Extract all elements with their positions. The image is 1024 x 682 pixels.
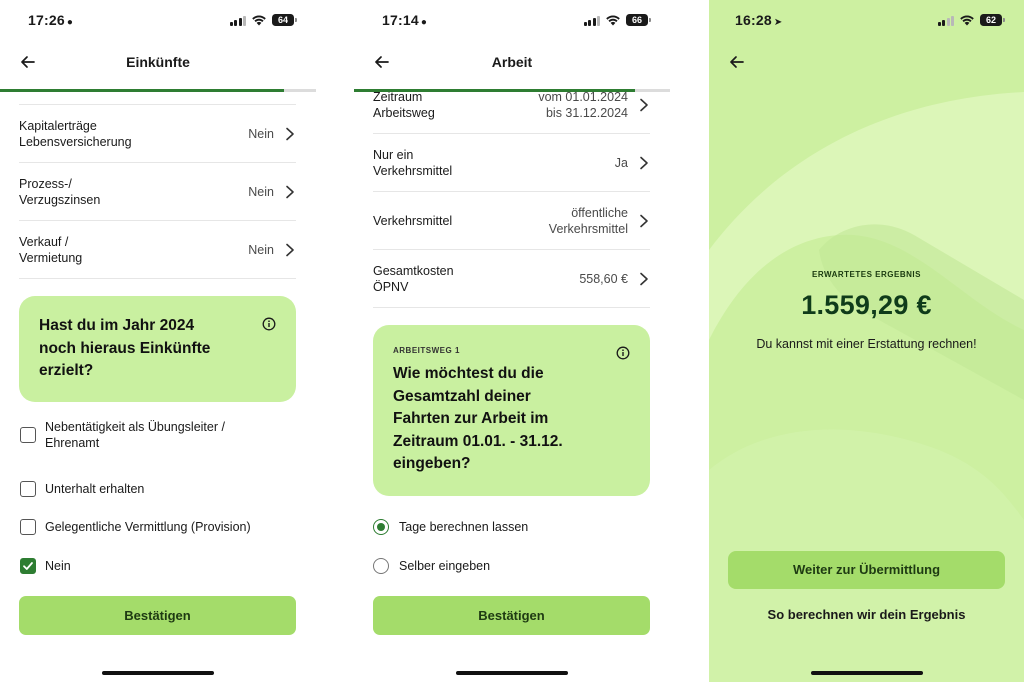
question-text: Hast du im Jahr 2024 noch hieraus Einkün… bbox=[39, 317, 211, 379]
row-label: Verkehrsmittel bbox=[373, 213, 453, 228]
chevron-right-icon bbox=[286, 127, 294, 140]
radio-selected[interactable] bbox=[373, 519, 389, 535]
work-screen: 17:14 ● 66 Arbeit Zeitraum Arbeitsweg vom… bbox=[354, 0, 670, 682]
wifi-icon bbox=[606, 15, 620, 26]
row-value: Ja bbox=[614, 155, 628, 170]
list-row-single-transport[interactable]: Nur ein Verkehrsmittel Ja bbox=[373, 134, 650, 192]
checkmark-icon bbox=[23, 562, 33, 570]
confirm-button[interactable]: Bestätigen bbox=[373, 596, 650, 635]
info-icon[interactable] bbox=[616, 346, 630, 360]
cellular-signal-icon bbox=[583, 15, 600, 26]
radio-option-enter-manually[interactable]: Selber eingeben bbox=[373, 551, 650, 581]
row-value: vom 01.01.2024 bis 31.12.2024 bbox=[538, 89, 628, 120]
result-amount: 1.559,29 € bbox=[801, 290, 932, 320]
list-row-capital-gains[interactable]: Kapitalerträge Lebensversicherung Nein bbox=[19, 105, 296, 163]
cellular-signal-icon bbox=[937, 15, 954, 26]
back-arrow-icon[interactable] bbox=[727, 52, 747, 72]
row-label: Gesamtkosten ÖPNV bbox=[373, 263, 454, 294]
checkbox-option-alimony[interactable]: Unterhalt erhalten bbox=[19, 474, 296, 504]
list-row-transport[interactable]: Verkehrsmittel öffentliche Verkehrsmitte… bbox=[373, 192, 650, 250]
progress-fill bbox=[354, 89, 636, 92]
cellular-signal-icon bbox=[229, 15, 246, 26]
page-title: Arbeit bbox=[491, 54, 533, 70]
chevron-right-icon bbox=[286, 243, 294, 256]
list-row-interest[interactable]: Prozess-/ Verzugszinsen Nein bbox=[19, 163, 296, 221]
continue-to-submission-button[interactable]: Weiter zur Übermittlung bbox=[728, 551, 1005, 589]
list-row-total-costs[interactable]: Gesamtkosten ÖPNV 558,60 € bbox=[373, 250, 650, 308]
status-time: 16:28 bbox=[735, 12, 772, 28]
income-screen: 17:26 ● 64 Einkünfte Kapitalerträge Leben… bbox=[0, 0, 316, 682]
option-label: Nein bbox=[45, 559, 71, 573]
option-label: Unterhalt erhalten bbox=[45, 482, 145, 496]
question-text: Wie möchtest du die Gesamtzahl deiner Fa… bbox=[393, 365, 563, 472]
option-label: Gelegentliche Vermittlung (Provision) bbox=[45, 520, 251, 534]
row-label: Nur ein Verkehrsmittel bbox=[373, 147, 453, 178]
checkbox-option-commission[interactable]: Gelegentliche Vermittlung (Provision) bbox=[19, 512, 296, 542]
chevron-right-icon bbox=[640, 214, 648, 227]
home-indicator[interactable] bbox=[456, 671, 568, 675]
battery-icon: 64 bbox=[272, 14, 297, 26]
info-icon[interactable] bbox=[262, 317, 276, 331]
row-label: Prozess-/ Verzugszinsen bbox=[19, 176, 101, 207]
option-label: Nebentätigkeit als Übungsleiter / Ehrena… bbox=[45, 420, 225, 450]
nav-header: Einkünfte bbox=[0, 50, 316, 76]
result-subtitle: Du kannst mit einer Erstattung rechnen! bbox=[756, 337, 977, 351]
checkbox[interactable] bbox=[20, 427, 36, 443]
chevron-right-icon bbox=[640, 98, 648, 111]
result-kicker: ERWARTETES ERGEBNIS bbox=[812, 270, 921, 279]
status-time: 17:14 bbox=[382, 12, 419, 28]
checkbox-option-volunteer[interactable]: Nebentätigkeit als Übungsleiter / Ehrena… bbox=[19, 419, 296, 451]
list-row-sale-rental[interactable]: Verkauf / Vermietung Nein bbox=[19, 221, 296, 279]
row-value: Nein bbox=[248, 184, 274, 199]
battery-icon: 66 bbox=[626, 14, 651, 26]
home-indicator[interactable] bbox=[810, 671, 923, 675]
progress-bar bbox=[354, 89, 670, 92]
chevron-right-icon bbox=[640, 272, 648, 285]
row-label: Kapitalerträge Lebensversicherung bbox=[19, 118, 132, 149]
question-card: Hast du im Jahr 2024 noch hieraus Einkün… bbox=[19, 296, 296, 402]
location-arrow-icon: ➤ bbox=[773, 17, 783, 28]
option-label: Selber eingeben bbox=[399, 559, 491, 573]
home-indicator[interactable] bbox=[102, 671, 214, 675]
row-value: 558,60 € bbox=[579, 271, 628, 286]
card-kicker: ARBEITSWEG 1 bbox=[393, 346, 460, 355]
page-title: Einkünfte bbox=[126, 54, 190, 70]
row-value: Nein bbox=[248, 126, 274, 141]
radio[interactable] bbox=[373, 558, 389, 574]
row-value: Nein bbox=[248, 242, 274, 257]
battery-icon: 62 bbox=[980, 14, 1005, 26]
nav-header: Arbeit bbox=[354, 50, 670, 76]
status-bar: 17:26 ● 64 bbox=[0, 12, 316, 30]
status-time: 17:26 bbox=[28, 12, 65, 28]
row-label: Zeitraum Arbeitsweg bbox=[373, 89, 435, 120]
checkbox[interactable] bbox=[20, 481, 36, 497]
checkbox-option-no[interactable]: Nein bbox=[19, 551, 296, 581]
question-card: ARBEITSWEG 1 Wie möchtest du die Gesamtz… bbox=[373, 325, 650, 496]
calculation-info-link[interactable]: So berechnen wir dein Ergebnis bbox=[709, 607, 1024, 622]
chevron-right-icon bbox=[640, 156, 648, 169]
result-screen: 16:28 ➤ 62 ERWARTETES ERGEBNIS 1.559,29 €… bbox=[709, 0, 1024, 682]
focus-mode-icon: ● bbox=[66, 17, 74, 28]
checkbox[interactable] bbox=[20, 519, 36, 535]
radio-option-calculate-days[interactable]: Tage berechnen lassen bbox=[373, 512, 650, 542]
status-bar: 16:28 ➤ 62 bbox=[709, 12, 1024, 30]
confirm-button[interactable]: Bestätigen bbox=[19, 596, 296, 635]
checkbox-checked[interactable] bbox=[20, 558, 36, 574]
focus-mode-icon: ● bbox=[420, 17, 428, 28]
status-bar: 17:14 ● 66 bbox=[354, 12, 670, 30]
option-label: Tage berechnen lassen bbox=[399, 520, 529, 534]
wifi-icon bbox=[960, 15, 974, 26]
wifi-icon bbox=[252, 15, 266, 26]
row-label: Verkauf / Vermietung bbox=[19, 234, 83, 265]
nav-header bbox=[709, 50, 1024, 76]
row-value: öffentliche Verkehrsmittel bbox=[548, 205, 628, 236]
chevron-right-icon bbox=[286, 185, 294, 198]
